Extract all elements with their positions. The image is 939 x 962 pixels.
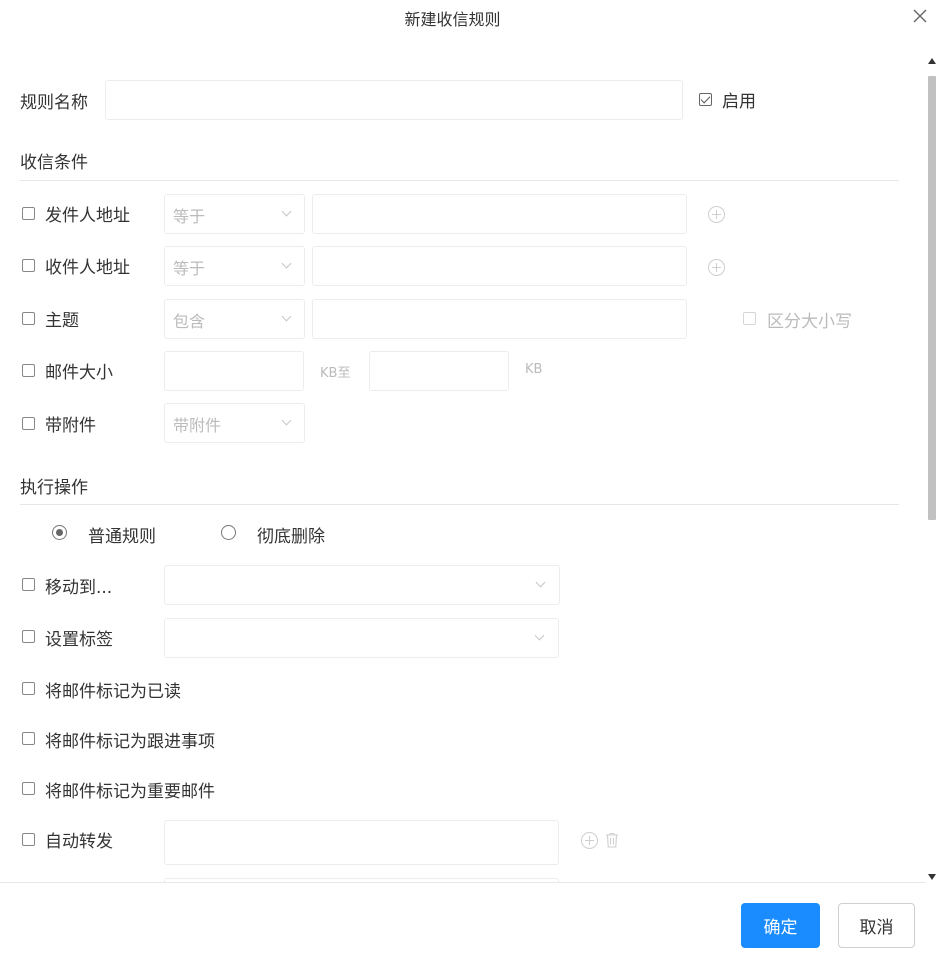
recipient-operator-select[interactable]: 等于 [164, 246, 305, 286]
move-to-select[interactable] [164, 565, 560, 605]
recipient-label: 收件人地址 [45, 258, 130, 278]
size-max-unit: KB [525, 362, 543, 377]
move-to-label: 移动到... [45, 578, 113, 598]
size-min-unit: KB至 [320, 366, 351, 381]
chevron-down-icon [535, 577, 546, 588]
sender-checkbox[interactable] [22, 207, 35, 220]
subject-label: 主题 [45, 311, 79, 331]
size-checkbox[interactable] [22, 364, 35, 377]
sender-operator-value: 等于 [173, 207, 206, 226]
forward-label: 自动转发 [45, 832, 113, 852]
sender-value-input[interactable] [312, 194, 687, 234]
set-tag-checkbox[interactable] [22, 630, 35, 643]
attachment-checkbox[interactable] [22, 417, 35, 430]
normal-rule-radio[interactable] [52, 525, 67, 540]
delete-rule-label: 彻底删除 [257, 527, 325, 547]
subject-value-input[interactable] [312, 299, 687, 339]
add-forward-icon[interactable] [581, 832, 598, 849]
scroll-thumb[interactable] [928, 76, 936, 520]
vertical-scrollbar[interactable] [925, 56, 939, 882]
size-min-input[interactable] [164, 351, 304, 391]
mark-important-checkbox[interactable] [22, 782, 35, 795]
actions-divider [20, 504, 899, 505]
size-label: 邮件大小 [45, 363, 113, 383]
chevron-down-icon [281, 258, 292, 269]
mark-followup-checkbox[interactable] [22, 732, 35, 745]
sender-label: 发件人地址 [45, 206, 130, 226]
rule-name-label: 规则名称 [20, 93, 88, 113]
case-sensitive-label: 区分大小写 [767, 312, 852, 332]
attachment-label: 带附件 [45, 416, 96, 436]
chevron-down-icon [281, 311, 292, 322]
attachment-select[interactable]: 带附件 [164, 403, 305, 443]
dialog-title: 新建收信规则 [404, 10, 501, 29]
cancel-button[interactable]: 取消 [838, 903, 915, 948]
conditions-title: 收信条件 [20, 153, 88, 173]
conditions-divider [20, 180, 899, 181]
attachment-select-value: 带附件 [173, 416, 222, 435]
recipient-operator-value: 等于 [173, 259, 206, 278]
ok-button[interactable]: 确定 [741, 903, 820, 948]
mark-followup-label: 将邮件标记为跟进事项 [45, 732, 215, 752]
mark-important-label: 将邮件标记为重要邮件 [45, 782, 215, 802]
recipient-value-input[interactable] [312, 246, 687, 286]
delete-rule-radio[interactable] [221, 525, 236, 540]
subject-checkbox[interactable] [22, 312, 35, 325]
subject-operator-value: 包含 [173, 312, 206, 331]
case-sensitive-checkbox[interactable] [743, 312, 756, 325]
scroll-up-icon[interactable] [928, 58, 936, 64]
add-recipient-icon[interactable] [708, 259, 725, 276]
forward-checkbox[interactable] [22, 833, 35, 846]
enabled-label: 启用 [722, 92, 756, 112]
sender-operator-select[interactable]: 等于 [164, 194, 305, 234]
actions-title: 执行操作 [20, 478, 88, 498]
normal-rule-label: 普通规则 [88, 527, 156, 547]
enabled-checkbox[interactable] [699, 93, 712, 106]
size-max-input[interactable] [369, 351, 509, 391]
close-icon[interactable] [910, 6, 930, 26]
mark-read-checkbox[interactable] [22, 682, 35, 695]
rule-name-input[interactable] [105, 80, 683, 120]
add-sender-icon[interactable] [708, 206, 725, 223]
trash-icon[interactable] [605, 832, 619, 848]
subject-operator-select[interactable]: 包含 [164, 299, 305, 339]
mark-read-label: 将邮件标记为已读 [45, 682, 181, 702]
set-tag-label: 设置标签 [45, 630, 113, 650]
forward-input[interactable] [164, 820, 559, 865]
recipient-checkbox[interactable] [22, 259, 35, 272]
chevron-down-icon [534, 630, 545, 641]
footer-divider [0, 882, 925, 883]
chevron-down-icon [281, 206, 292, 217]
scroll-down-icon[interactable] [928, 874, 936, 880]
move-to-checkbox[interactable] [22, 578, 35, 591]
dialog-body: 规则名称 启用 收信条件 发件人地址 等于 收件人地址 等于 主题 包含 区分大… [0, 56, 923, 882]
chevron-down-icon [281, 415, 292, 426]
set-tag-select[interactable] [164, 618, 559, 658]
